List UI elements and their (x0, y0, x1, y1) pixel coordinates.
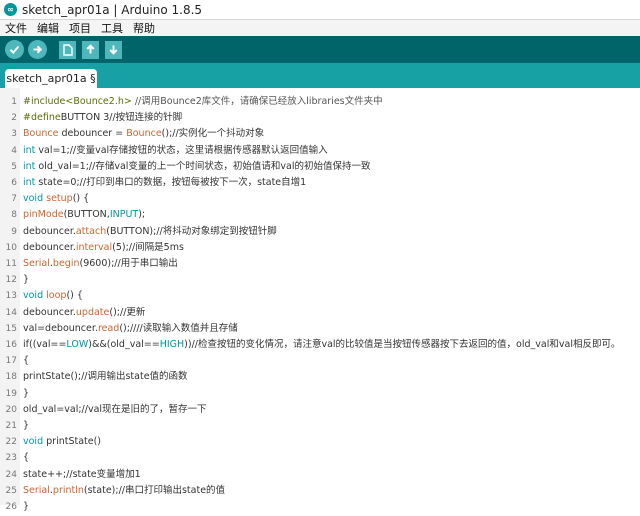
code-token: Serial (23, 484, 50, 496)
code-token: (BUTTON, (63, 209, 110, 221)
code-token: void (23, 290, 44, 302)
code-token: void (23, 436, 44, 448)
code-token: Bounce (23, 128, 59, 140)
code-token: begin (52, 258, 80, 269)
code-token: () { (72, 193, 90, 205)
code-token: int (23, 177, 36, 188)
toolbar (0, 36, 640, 63)
code-token: { (23, 355, 30, 367)
code-token: printState();//调用输出state值的函数 (23, 371, 188, 383)
code-token: )&&(old_val== (88, 339, 160, 350)
code-token: LOW (66, 339, 89, 350)
code-token: printState() (43, 436, 102, 448)
code-token: if((val== (23, 339, 67, 350)
code-token: (BUTTON);//将抖动对象绑定到按钮针脚 (106, 225, 277, 237)
arrow-down-icon (109, 45, 118, 55)
window-title: sketch_apr01a | Arduino 1.8.5 (22, 2, 203, 17)
code-token: Serial (23, 258, 50, 269)
code-token: BUTTON 3//按钮连接的针脚 (60, 112, 183, 124)
code-token: debouncer. (23, 241, 76, 253)
code-token: void (23, 193, 44, 205)
code-token: ();//实例化一个抖动对象 (161, 128, 265, 140)
code-token: (5);//间隔是5ms (112, 241, 184, 253)
code-token: int (23, 144, 36, 156)
code-token: { (23, 452, 30, 464)
code-token: setup (46, 193, 73, 205)
code-editor[interactable]: 1 #include<Bounce2.h> //调用Bounce2库文件，请确保已… (0, 88, 640, 512)
new-file-icon (62, 43, 73, 56)
code-token: interval (75, 241, 113, 253)
code-token: loop (46, 290, 67, 302)
arrow-up-icon (86, 44, 95, 54)
line-number: 26 (5, 502, 17, 512)
code-token: Bounce (126, 128, 162, 140)
code-token: old_val=1;//存储val变量的上一个时间状态，初始值请和val的初始值… (35, 160, 371, 172)
code-token: pinMode (23, 209, 64, 221)
menu-help[interactable]: 帮助 (128, 20, 160, 36)
menu-sketch[interactable]: 项目 (64, 20, 96, 36)
code-token: #define (23, 112, 61, 124)
upload-button[interactable] (28, 40, 47, 59)
menu-file[interactable]: 文件 (0, 20, 32, 36)
code-token: update (75, 306, 110, 318)
save-button[interactable] (105, 40, 122, 59)
code-token: read (97, 322, 120, 334)
code-token: debouncer. (23, 225, 76, 237)
code-token: (9600);//用于串口输出 (79, 258, 178, 269)
code-token: #include<Bounce2.h> (23, 96, 132, 107)
code-token: val=debouncer. (23, 322, 98, 334)
code-token: } (23, 501, 30, 512)
code-token: (state);//串口打印输出state的值 (83, 484, 226, 496)
code-token: ();//更新 (109, 306, 146, 318)
code-token: val=1;//变量val存储按钮的状态，这里请根据传感器默认返回值输入 (35, 144, 328, 156)
code-token: println (52, 484, 84, 496)
code-token: int (23, 160, 36, 172)
code-token: debouncer = (58, 128, 127, 140)
menu-bar: 文件 编辑 项目 工具 帮助 (0, 20, 640, 36)
code-token: } (23, 274, 30, 286)
menu-tools[interactable]: 工具 (96, 20, 128, 36)
code-token: ();////读取输入数值并且存储 (119, 322, 238, 334)
code-line: 26} (0, 498, 640, 516)
code-token: INPUT (109, 209, 139, 221)
code-token: } (23, 420, 30, 431)
code-token: attach (75, 225, 107, 237)
title-bar: ∞ sketch_apr01a | Arduino 1.8.5 (0, 0, 640, 20)
menu-edit[interactable]: 编辑 (32, 20, 64, 36)
code-token: ); (138, 209, 146, 221)
code-token: () { (66, 290, 83, 302)
code-token: old_val=val;//val现在是旧的了，暂存一下 (23, 403, 207, 415)
code-token: state=0;//打印到串口的数据，按钮每被按下一次，state自增1 (35, 177, 307, 188)
arduino-logo-icon: ∞ (4, 3, 17, 16)
tab-bar: sketch_apr01a § (0, 63, 640, 88)
code-token: } (23, 387, 30, 399)
code-token: HIGH (159, 339, 185, 350)
new-button[interactable] (59, 40, 76, 59)
arrow-right-icon (33, 45, 43, 54)
code-token: //调用Bounce2库文件，请确保已经放入libraries文件夹中 (131, 96, 383, 107)
open-button[interactable] (82, 40, 99, 59)
code-token: debouncer. (23, 306, 76, 318)
code-token: state++;//state变量增加1 (23, 468, 141, 480)
code-text: } (23, 498, 29, 516)
code-token: ))//检查按钮的变化情况，请注意val的比较值是当按钮传感器按下去返回的值，o… (184, 339, 621, 350)
verify-button[interactable] (5, 40, 24, 59)
checkmark-icon (9, 45, 20, 54)
tab-sketch[interactable]: sketch_apr01a § (5, 69, 97, 88)
